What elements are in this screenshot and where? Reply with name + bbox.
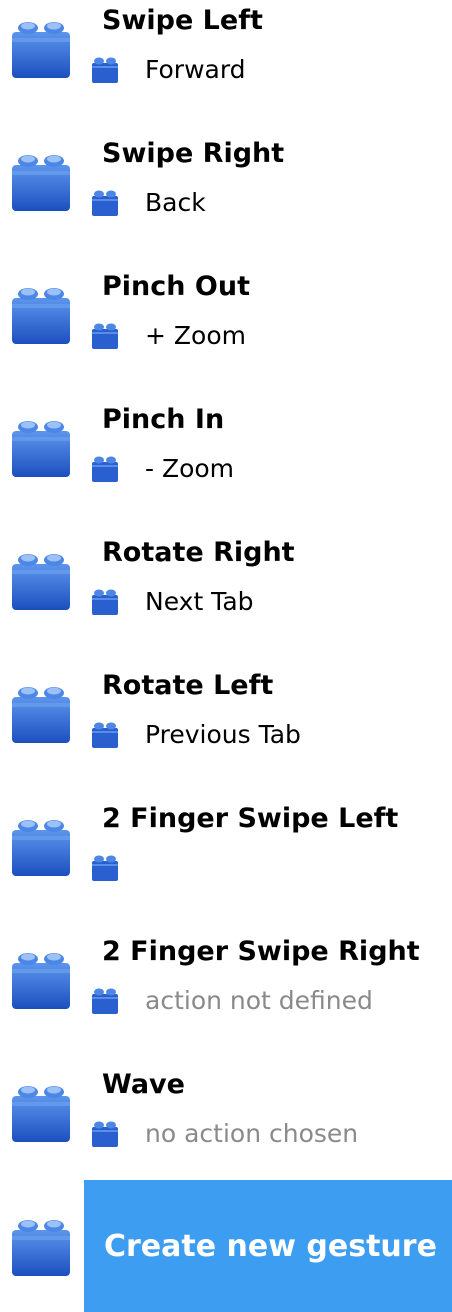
brick-icon <box>10 147 72 213</box>
gesture-title: Swipe Left <box>102 5 263 36</box>
small-brick-icon <box>91 586 119 616</box>
gesture-title: Pinch Out <box>102 271 250 302</box>
gesture-row-swipe-right[interactable]: Swipe Right Back <box>0 133 452 266</box>
gesture-action: no action chosen <box>145 1119 359 1148</box>
gesture-title: Wave <box>102 1069 185 1100</box>
gesture-row-wave[interactable]: Wave no action chosen <box>0 1064 452 1197</box>
brick-icon <box>10 413 72 479</box>
small-brick-icon <box>91 719 119 749</box>
gesture-row-pinch-out[interactable]: Pinch Out + Zoom <box>0 266 452 399</box>
gesture-title: Swipe Right <box>102 138 285 169</box>
gesture-title: Rotate Right <box>102 537 295 568</box>
gesture-title: Pinch In <box>102 404 225 435</box>
gesture-row-pinch-in[interactable]: Pinch In - Zoom <box>0 399 452 532</box>
gesture-title: 2 Finger Swipe Left <box>102 803 399 834</box>
gesture-action: + Zoom <box>145 321 246 350</box>
small-brick-icon <box>91 852 119 882</box>
create-gesture-row: Create new gesture <box>0 1180 452 1312</box>
brick-icon <box>10 1078 72 1144</box>
small-brick-icon <box>91 54 119 84</box>
small-brick-icon <box>91 453 119 483</box>
small-brick-icon <box>91 320 119 350</box>
brick-icon <box>10 812 72 878</box>
gesture-row-swipe-left[interactable]: Swipe Left Forward <box>0 0 452 133</box>
brick-icon <box>10 679 72 745</box>
small-brick-icon <box>91 985 119 1015</box>
gesture-row-2-finger-swipe-right[interactable]: 2 Finger Swipe Right action not defined <box>0 931 452 1064</box>
gesture-action: Previous Tab <box>145 720 301 749</box>
gesture-title: 2 Finger Swipe Right <box>102 936 420 967</box>
brick-icon <box>10 280 72 346</box>
brick-icon <box>10 14 72 80</box>
gesture-action: Back <box>145 188 206 217</box>
gesture-list: Swipe Left Forward Swipe Right Back Pinc… <box>0 0 452 1312</box>
brick-icon <box>10 945 72 1011</box>
gesture-action: Next Tab <box>145 587 254 616</box>
create-new-gesture-button[interactable]: Create new gesture <box>84 1180 452 1312</box>
gesture-row-rotate-left[interactable]: Rotate Left Previous Tab <box>0 665 452 798</box>
gesture-title: Rotate Left <box>102 670 274 701</box>
gesture-action: action not defined <box>145 986 373 1015</box>
gesture-action: Forward <box>145 55 246 84</box>
gesture-row-rotate-right[interactable]: Rotate Right Next Tab <box>0 532 452 665</box>
small-brick-icon <box>91 187 119 217</box>
small-brick-icon <box>91 1118 119 1148</box>
brick-icon <box>10 546 72 612</box>
brick-icon <box>10 1212 72 1278</box>
gesture-action: - Zoom <box>145 454 235 483</box>
gesture-row-2-finger-swipe-left[interactable]: 2 Finger Swipe Left <box>0 798 452 931</box>
